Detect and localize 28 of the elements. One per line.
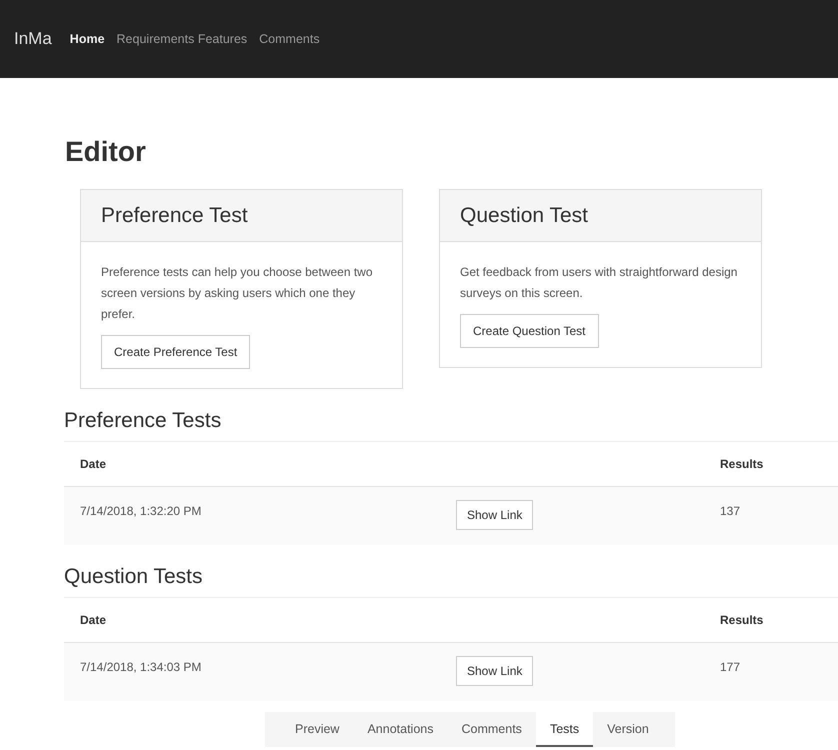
- card-title: Preference Test: [101, 204, 248, 228]
- tab[interactable]: Annotations: [353, 712, 448, 747]
- section-title: Question Tests: [64, 565, 204, 589]
- section-title: Preference Tests: [64, 409, 222, 433]
- brand-name[interactable]: InMa: [14, 29, 52, 49]
- page-title: Editor: [65, 135, 147, 169]
- results-cell-text: 177: [720, 660, 742, 674]
- tab[interactable]: Preview: [281, 712, 354, 747]
- card-description: Get feedback from users with straightforward design surveys on this screen.: [460, 264, 738, 302]
- column-header: Date: [80, 457, 108, 471]
- column-header: Date: [80, 613, 108, 627]
- tab[interactable]: Comments: [448, 712, 536, 747]
- show-link-button[interactable]: Show Link: [456, 656, 534, 686]
- tab[interactable]: Tests: [536, 712, 594, 747]
- date-cell-text: 7/14/2018, 1:32:20 PM: [80, 504, 202, 518]
- column-header: Results: [720, 457, 764, 471]
- nav-link[interactable]: Comments: [259, 32, 320, 46]
- card-title: Question Test: [460, 204, 588, 228]
- column-header: Results: [720, 613, 764, 627]
- show-link-button[interactable]: Show Link: [456, 500, 534, 530]
- tab[interactable]: Version: [593, 712, 663, 747]
- date-cell-text: 7/14/2018, 1:34:03 PM: [80, 660, 202, 674]
- card-description: Preference tests can help you choose between two screen versions by asking users which one they prefer.: [101, 264, 374, 323]
- create-test-button[interactable]: Create Question Test: [460, 314, 599, 348]
- nav-link[interactable]: Requirements Features: [116, 32, 248, 46]
- nav-link[interactable]: Home: [70, 32, 105, 46]
- results-cell-text: 137: [720, 504, 742, 518]
- create-test-button[interactable]: Create Preference Test: [101, 335, 250, 369]
